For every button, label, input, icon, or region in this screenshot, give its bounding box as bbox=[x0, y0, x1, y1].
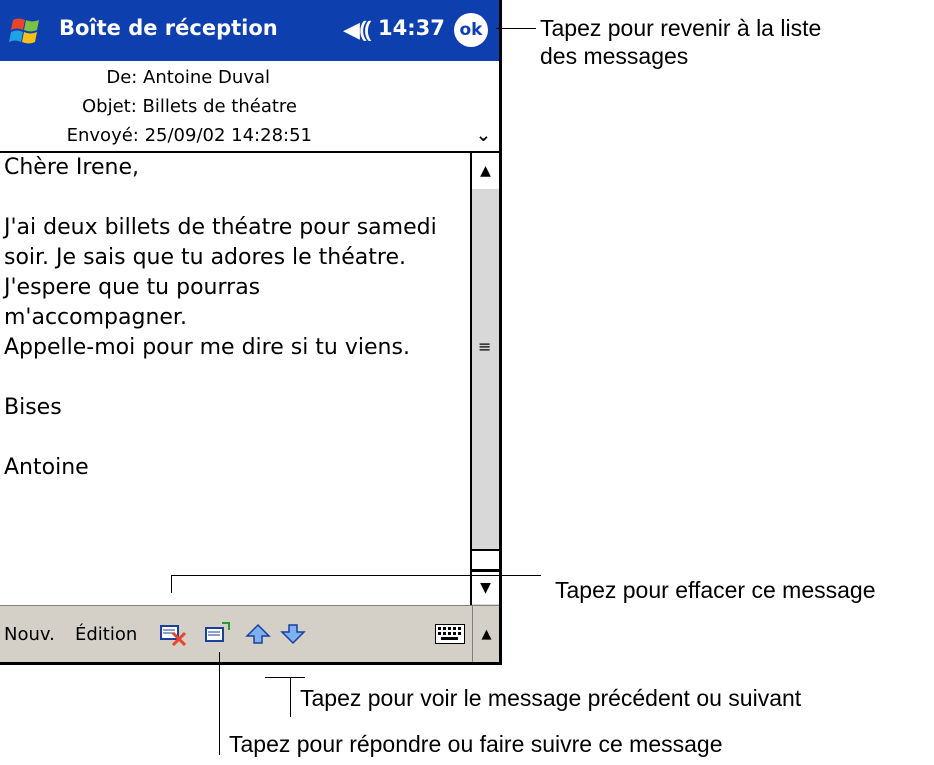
body-line bbox=[4, 423, 470, 453]
menu-new[interactable]: Nouv. bbox=[4, 624, 55, 645]
previous-message-icon[interactable] bbox=[245, 622, 271, 646]
window-title: Boîte de réception bbox=[59, 16, 278, 40]
body-line: Antoine bbox=[4, 455, 89, 480]
body-line: J'espere que tu pourras bbox=[4, 275, 261, 300]
body-line: Appelle-moi pour me dire si tu viens. bbox=[4, 335, 410, 360]
body-line: Chère Irene, bbox=[4, 155, 139, 180]
menu-bar: Nouv. Édition ▲ bbox=[0, 605, 499, 662]
from-line: De: Antoine Duval bbox=[106, 67, 270, 88]
body-line: Bises bbox=[4, 395, 62, 420]
callout-prev-next: Tapez pour voir le message précédent ou … bbox=[300, 685, 802, 711]
scroll-grip-icon: ≡ bbox=[478, 337, 492, 356]
scroll-thumb[interactable] bbox=[472, 549, 499, 571]
windows-flag-icon[interactable] bbox=[0, 0, 52, 61]
subject-line: Objet: Billets de théatre bbox=[81, 96, 297, 117]
expand-header-icon[interactable]: ⌄︎ bbox=[476, 125, 491, 146]
body-line: m'accompagner. bbox=[4, 305, 187, 330]
clock[interactable]: 14:37 bbox=[378, 16, 445, 40]
pocket-pc-screen: Boîte de réception ◀︎⸨ 14:37 ok De: Anto… bbox=[0, 0, 502, 665]
callout-leader-ok bbox=[496, 28, 536, 29]
input-panel-arrow-icon[interactable]: ▲ bbox=[472, 606, 500, 662]
title-bar: Boîte de réception ◀︎⸨ 14:37 ok bbox=[0, 0, 499, 61]
body-line bbox=[4, 363, 470, 393]
scroll-up-button[interactable]: ▲ bbox=[472, 153, 499, 189]
menu-edit[interactable]: Édition bbox=[75, 624, 137, 645]
callout-leader-prev-next bbox=[290, 677, 291, 717]
body-line: J'ai deux billets de théatre pour samedi bbox=[4, 215, 437, 240]
message-header: De: Antoine Duval Objet: Billets de théa… bbox=[0, 61, 499, 153]
message-body[interactable]: Chère Irene, J'ai deux billets de théatr… bbox=[0, 153, 470, 605]
speaker-icon[interactable]: ◀︎⸨ bbox=[343, 14, 371, 44]
callout-leader-delete bbox=[171, 575, 541, 576]
body-line bbox=[4, 183, 470, 213]
callout-leader-prev-next-horizontal bbox=[265, 677, 305, 678]
callout-leader-delete-vertical bbox=[171, 575, 172, 593]
ok-button[interactable]: ok bbox=[454, 13, 488, 47]
callout-delete: Tapez pour effacer ce message bbox=[555, 577, 876, 603]
delete-message-icon[interactable] bbox=[160, 622, 186, 646]
callout-leader-reply bbox=[219, 652, 220, 755]
callout-ok: Tapez pour revenir à la liste des messag… bbox=[540, 15, 822, 69]
callout-reply: Tapez pour répondre ou faire suivre ce m… bbox=[229, 731, 723, 757]
next-message-icon[interactable] bbox=[280, 622, 306, 646]
body-line: soir. Je sais que tu adores le théatre. bbox=[4, 245, 406, 270]
keyboard-icon[interactable] bbox=[435, 624, 465, 644]
reply-forward-icon[interactable] bbox=[205, 622, 231, 646]
sent-line: Envoyé: 25/09/02 14:28:51 bbox=[66, 125, 312, 146]
vertical-scrollbar[interactable]: ▲ ≡ ▼ bbox=[470, 153, 499, 605]
